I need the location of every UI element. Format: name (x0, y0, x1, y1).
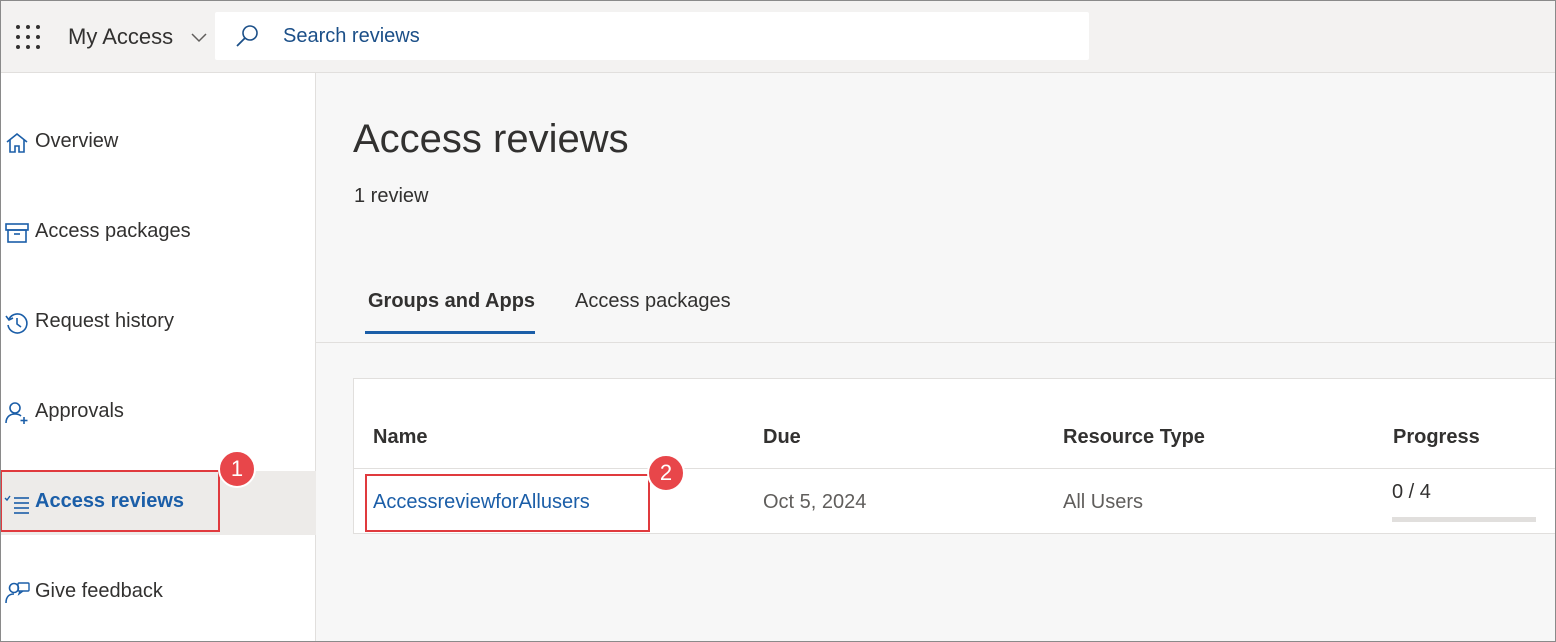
review-count: 1 review (354, 185, 429, 207)
column-header-name[interactable]: Name (373, 426, 427, 449)
sidebar-item-access-packages[interactable]: Access packages (0, 201, 316, 265)
chevron-down-icon[interactable] (189, 30, 209, 46)
search-input[interactable]: Search reviews (283, 25, 420, 48)
app-launcher-icon[interactable] (16, 25, 40, 49)
resource-type: All Users (1063, 491, 1144, 513)
search-icon (236, 25, 258, 47)
sidebar-item-label: Overview (35, 130, 119, 152)
column-header-due[interactable]: Due (763, 426, 801, 449)
sidebar-item-give-feedback[interactable]: Give feedback (0, 561, 316, 625)
top-bar: My Access Search reviews (0, 0, 1556, 73)
column-header-resource-type[interactable]: Resource Type (1063, 426, 1205, 449)
column-header-progress[interactable]: Progress (1393, 426, 1480, 449)
sidebar-item-label: Approvals (35, 400, 124, 422)
callout-highlight-review-link (365, 474, 650, 532)
package-icon (5, 223, 29, 243)
sidebar: Overview Access packages Request history… (0, 73, 316, 642)
person-add-icon (5, 402, 28, 424)
sidebar-item-label: Request history (35, 310, 174, 332)
feedback-icon (5, 582, 30, 604)
sidebar-item-label: Give feedback (35, 580, 163, 602)
callout-badge-1: 1 (218, 450, 256, 488)
search-box[interactable]: Search reviews (215, 12, 1089, 60)
due-date: Oct 5, 2024 (763, 491, 867, 513)
tab-access-packages[interactable]: Access packages (575, 290, 731, 313)
sidebar-item-label: Access packages (35, 220, 191, 242)
sidebar-item-request-history[interactable]: Request history (0, 291, 316, 355)
progress-bar (1392, 517, 1536, 522)
sidebar-item-overview[interactable]: Overview (0, 111, 316, 175)
history-icon (5, 313, 28, 334)
active-tab-indicator (365, 331, 535, 334)
tab-groups-and-apps[interactable]: Groups and Apps (368, 290, 535, 313)
page-title: Access reviews (353, 117, 629, 161)
callout-highlight-access-reviews (0, 470, 220, 532)
row-divider (354, 468, 1556, 469)
callout-badge-2: 2 (647, 454, 685, 492)
sidebar-item-approvals[interactable]: Approvals (0, 381, 316, 445)
app-title[interactable]: My Access (68, 24, 173, 50)
tab-bar: Groups and Apps Access packages (316, 270, 1556, 343)
progress-text: 0 / 4 (1392, 481, 1431, 503)
home-icon (6, 132, 28, 153)
